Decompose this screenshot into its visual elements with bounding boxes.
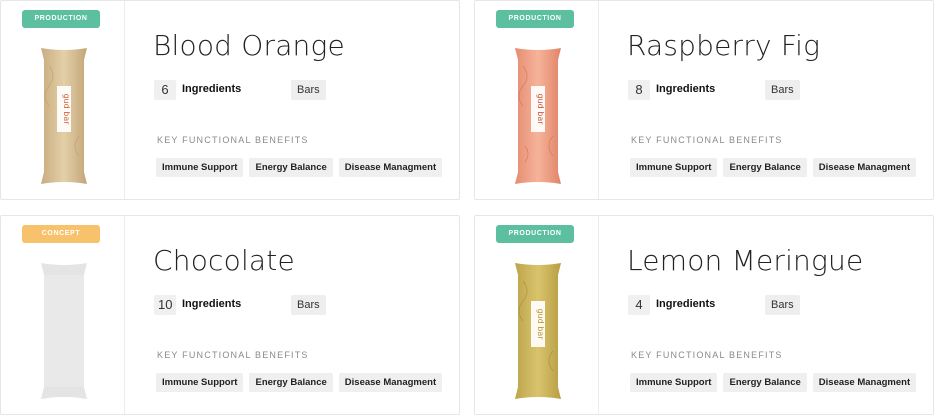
benefit-chips: Immune Support Energy Balance Disease Ma… bbox=[630, 373, 917, 392]
benefit-chips: Immune Support Energy Balance Disease Ma… bbox=[156, 373, 443, 392]
benefit-chip: Energy Balance bbox=[723, 158, 807, 177]
benefit-chip: Energy Balance bbox=[723, 373, 807, 392]
product-thumbnail: CONCEPT bbox=[1, 216, 125, 414]
benefits-heading: KEY FUNCTIONAL BENEFITS bbox=[157, 350, 309, 360]
svg-text:gud bar: gud bar bbox=[536, 308, 545, 340]
product-thumbnail: PRODUCTION gud bar bbox=[475, 1, 599, 199]
benefit-chip: Immune Support bbox=[156, 373, 244, 392]
product-name: Blood Orange bbox=[153, 29, 345, 62]
ingredients-label: Ingredients bbox=[656, 83, 716, 95]
benefit-chips: Immune Support Energy Balance Disease Ma… bbox=[156, 158, 443, 177]
benefits-heading: KEY FUNCTIONAL BENEFITS bbox=[157, 135, 309, 145]
status-badge: PRODUCTION bbox=[22, 10, 100, 28]
product-name: Chocolate bbox=[153, 244, 295, 277]
status-badge: PRODUCTION bbox=[496, 225, 574, 243]
ingredient-count: 10 bbox=[154, 295, 177, 315]
svg-text:gud bar: gud bar bbox=[62, 93, 71, 125]
product-bar-image bbox=[41, 263, 87, 399]
ingredient-count: 6 bbox=[154, 80, 176, 100]
benefit-chips: Immune Support Energy Balance Disease Ma… bbox=[630, 158, 917, 177]
benefit-chip: Disease Managment bbox=[812, 158, 917, 177]
product-name: Lemon Meringue bbox=[627, 244, 864, 277]
product-name: Raspberry Fig bbox=[627, 29, 821, 62]
product-card-blood-orange[interactable]: PRODUCTION gud bar Blood Orange 6 Ingred… bbox=[0, 0, 460, 200]
benefit-chip: Disease Managment bbox=[338, 158, 443, 177]
status-badge: CONCEPT bbox=[22, 225, 100, 243]
benefit-chip: Disease Managment bbox=[812, 373, 917, 392]
product-type-tag: Bars bbox=[765, 80, 800, 100]
ingredients-label: Ingredients bbox=[656, 298, 716, 310]
ingredient-count: 8 bbox=[628, 80, 650, 100]
product-type-tag: Bars bbox=[291, 80, 326, 100]
benefit-chip: Immune Support bbox=[630, 158, 718, 177]
benefit-chip: Energy Balance bbox=[249, 158, 333, 177]
product-bar-image: gud bar bbox=[515, 263, 561, 399]
benefit-chip: Immune Support bbox=[630, 373, 718, 392]
benefits-heading: KEY FUNCTIONAL BENEFITS bbox=[631, 135, 783, 145]
benefit-chip: Disease Managment bbox=[338, 373, 443, 392]
product-card-raspberry-fig[interactable]: PRODUCTION gud bar Raspberry Fig 8 Ingre… bbox=[474, 0, 934, 200]
product-type-tag: Bars bbox=[765, 295, 800, 315]
product-thumbnail: PRODUCTION gud bar bbox=[475, 216, 599, 414]
ingredients-label: Ingredients bbox=[182, 83, 242, 95]
product-card-chocolate[interactable]: CONCEPT Chocolate 10 Ingredients Bars KE… bbox=[0, 215, 460, 415]
product-card-lemon-meringue[interactable]: PRODUCTION gud bar Lemon Meringue 4 Ingr… bbox=[474, 215, 934, 415]
benefit-chip: Energy Balance bbox=[249, 373, 333, 392]
product-bar-image: gud bar bbox=[41, 48, 87, 184]
product-type-tag: Bars bbox=[291, 295, 326, 315]
status-badge: PRODUCTION bbox=[496, 10, 574, 28]
ingredient-count: 4 bbox=[628, 295, 650, 315]
benefit-chip: Immune Support bbox=[156, 158, 244, 177]
product-bar-image: gud bar bbox=[515, 48, 561, 184]
svg-text:gud bar: gud bar bbox=[536, 93, 545, 125]
product-thumbnail: PRODUCTION gud bar bbox=[1, 1, 125, 199]
benefits-heading: KEY FUNCTIONAL BENEFITS bbox=[631, 350, 783, 360]
ingredients-label: Ingredients bbox=[182, 298, 242, 310]
